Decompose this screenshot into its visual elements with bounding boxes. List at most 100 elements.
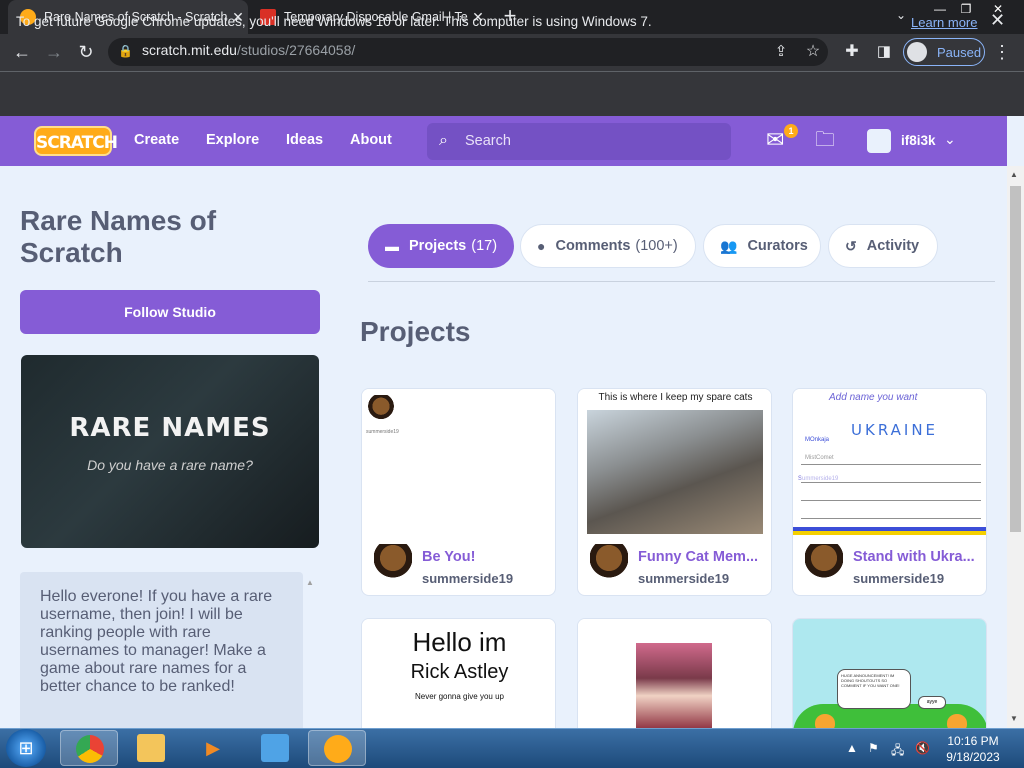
start-button[interactable]: ⊞	[6, 729, 46, 767]
taskbar-explorer[interactable]	[122, 730, 180, 766]
project-card[interactable]: HUGE ANNOUNCEMENT! IM DOING SHOUTOUTS SO…	[792, 618, 987, 738]
scratch-logo[interactable]: SCRATCH	[34, 126, 118, 156]
author-avatar[interactable]	[374, 544, 412, 584]
forward-icon[interactable]: →	[42, 40, 66, 64]
system-clock[interactable]: 10:16 PM 9/18/2023	[938, 733, 1008, 765]
tab-activity[interactable]: ↺ Activity	[828, 224, 938, 268]
project-thumbnail[interactable]	[578, 619, 771, 737]
project-thumbnail[interactable]: summerside19	[362, 389, 555, 535]
tab-search-chevron-icon[interactable]: ⌄	[896, 8, 906, 22]
tab-comments[interactable]: ● Comments (100+)	[520, 224, 696, 268]
my-stuff-folder-icon[interactable]: 🗀	[815, 130, 839, 150]
bookmark-star-icon[interactable]: ☆	[801, 40, 825, 64]
volume-muted-icon[interactable]: 🔇	[915, 741, 930, 755]
project-author[interactable]: summerside19	[422, 571, 513, 586]
action-center-flag-icon[interactable]: ⚑	[868, 741, 879, 755]
back-icon[interactable]: ←	[10, 40, 34, 64]
nav-explore[interactable]: Explore	[206, 132, 259, 148]
url-text[interactable]: scratch.mit.edu/studios/27664058/	[142, 42, 355, 58]
update-infobar	[0, 71, 1024, 116]
description-scroll-up-icon[interactable]: ▲	[306, 578, 314, 587]
search-icon: ⌕	[439, 132, 448, 149]
media-player-icon: ▶	[206, 738, 220, 758]
nav-create[interactable]: Create	[134, 132, 179, 148]
ukraine-label: UKRAINE	[851, 421, 939, 439]
project-card[interactable]: This is where I keep my spare cats Funny…	[577, 388, 772, 596]
activity-icon: ↺	[845, 237, 857, 254]
folder-icon	[137, 734, 165, 762]
thumbnail-line-3: Never gonna give you up	[415, 692, 504, 701]
cat-photo	[587, 410, 763, 534]
project-title[interactable]: Stand with Ukra...	[853, 549, 981, 565]
project-author[interactable]: summerside19	[638, 571, 729, 586]
taskbar-scratch[interactable]	[308, 730, 366, 766]
taskbar-remote-desktop[interactable]	[246, 730, 304, 766]
learn-more-link[interactable]: Learn more	[911, 15, 977, 30]
project-title[interactable]: Be You!	[422, 549, 550, 565]
tray-show-hidden-icon[interactable]: ▲	[846, 741, 858, 755]
username[interactable]: if8i3k	[901, 133, 936, 148]
thumbnail-avatar	[368, 395, 394, 423]
tab-label: Comments	[555, 238, 631, 254]
projects-icon: ▬	[385, 238, 399, 254]
project-thumbnail[interactable]: HUGE ANNOUNCEMENT! IM DOING SHOUTOUTS SO…	[793, 619, 986, 737]
clock-time: 10:16 PM	[947, 734, 999, 748]
project-card[interactable]: Hello im Rick Astley Never gonna give yo…	[361, 618, 556, 738]
author-avatar[interactable]	[805, 544, 843, 584]
studio-thumbnail: RARE NAMES Do you have a rare name?	[21, 355, 319, 548]
project-card[interactable]	[577, 618, 772, 738]
network-icon[interactable]: 🖧	[891, 741, 904, 762]
reload-icon[interactable]: ↻	[74, 40, 98, 64]
tab-projects[interactable]: ▬ Projects (17)	[368, 224, 514, 268]
messages-badge: 1	[784, 124, 798, 138]
menu-kebab-icon[interactable]: ⋮	[990, 40, 1014, 64]
thumbnail-caption: summerside19	[366, 429, 399, 435]
project-author[interactable]: summerside19	[853, 571, 944, 586]
scroll-down-arrow-icon[interactable]: ▼	[1010, 714, 1018, 723]
side-panel-icon[interactable]: ◨	[872, 40, 896, 64]
tabs-divider	[368, 281, 995, 282]
nav-ideas[interactable]: Ideas	[286, 132, 323, 148]
author-avatar[interactable]	[590, 544, 628, 584]
nav-about[interactable]: About	[350, 132, 392, 148]
chevron-down-icon[interactable]: ⌄	[944, 131, 956, 148]
scratch-app-icon	[324, 735, 352, 763]
remote-desktop-icon	[261, 734, 289, 762]
studio-description: Hello everone! If you have a rare userna…	[40, 588, 273, 695]
user-avatar[interactable]	[867, 129, 891, 153]
search-input[interactable]: ⌕ Search	[427, 123, 731, 160]
browser-toolbar: ← → ↻ 🔒 scratch.mit.edu/studios/27664058…	[0, 34, 1024, 71]
clock-date: 9/18/2023	[946, 750, 1000, 764]
comment-icon: ●	[537, 238, 546, 254]
scratch-navbar: SCRATCH Create Explore Ideas About ⌕ Sea…	[0, 116, 1007, 166]
scroll-up-arrow-icon[interactable]: ▲	[1010, 170, 1018, 179]
flag-yellow-stripe	[793, 531, 986, 535]
taskbar-chrome[interactable]	[60, 730, 118, 766]
share-icon[interactable]: ⇪	[769, 40, 793, 64]
url-host: scratch.mit.edu	[142, 42, 237, 58]
scrollbar-thumb[interactable]	[1010, 186, 1021, 532]
project-thumbnail[interactable]: This is where I keep my spare cats	[578, 389, 771, 535]
curators-icon: 👥	[720, 237, 738, 254]
follow-studio-button[interactable]: Follow Studio	[20, 290, 320, 334]
project-thumbnail[interactable]: Add name you want UKRAINE MOnkaja MistCo…	[793, 389, 986, 535]
thumbnail-caption: This is where I keep my spare cats	[598, 392, 753, 403]
anime-character-image	[636, 643, 712, 731]
tab-label: Activity	[866, 238, 920, 254]
speech-bubble: HUGE ANNOUNCEMENT! IM DOING SHOUTOUTS SO…	[837, 669, 911, 709]
tab-count: (100+)	[635, 238, 678, 254]
project-title[interactable]: Funny Cat Mem...	[638, 549, 766, 565]
taskbar-media-player[interactable]: ▶	[184, 730, 242, 766]
infobar-close-icon[interactable]: ✕	[990, 10, 1005, 31]
project-card[interactable]: Add name you want UKRAINE MOnkaja MistCo…	[792, 388, 987, 596]
projects-heading: Projects	[360, 316, 471, 347]
profile-avatar	[907, 42, 927, 62]
thumbnail-subline: Do you have a rare name?	[87, 457, 253, 473]
tab-curators[interactable]: 👥 Curators	[703, 224, 821, 268]
project-card[interactable]: summerside19 Be You! summerside19	[361, 388, 556, 596]
profile-button[interactable]: Paused	[903, 38, 985, 66]
lock-icon[interactable]: 🔒	[118, 44, 133, 58]
extensions-icon[interactable]: ✚	[840, 40, 864, 64]
project-thumbnail[interactable]: Hello im Rick Astley Never gonna give yo…	[362, 619, 555, 737]
thumbnail-table-lines	[801, 447, 981, 521]
